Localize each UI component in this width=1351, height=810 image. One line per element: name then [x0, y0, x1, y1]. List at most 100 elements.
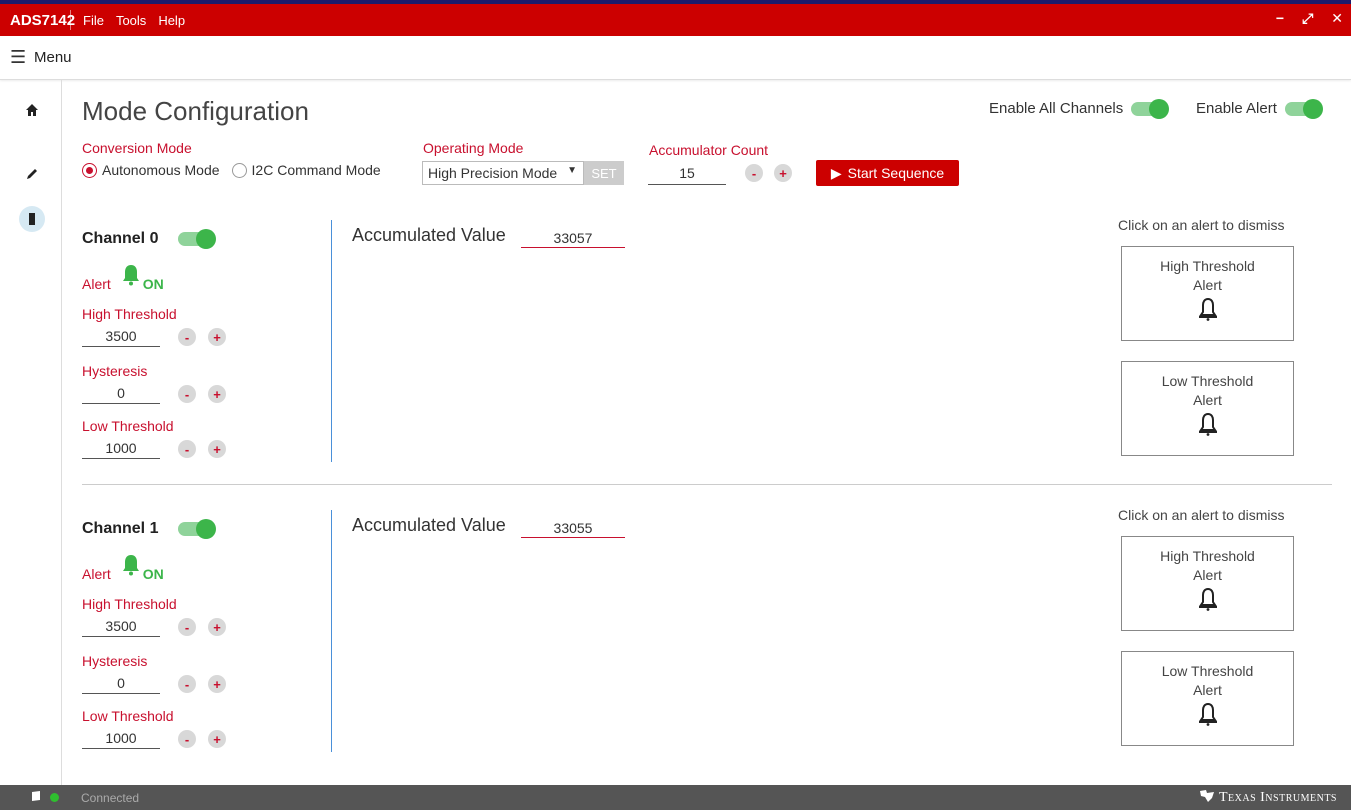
menu-file[interactable]: File — [81, 13, 106, 28]
channel-1-hysteresis-input[interactable]: 0 — [82, 672, 160, 694]
menu-label[interactable]: Menu — [34, 49, 72, 66]
channel-1-high-threshold-increment[interactable]: + — [208, 618, 226, 636]
bell-icon — [121, 554, 141, 582]
enable-all-channels-toggle[interactable] — [1131, 98, 1170, 119]
pencil-icon[interactable] — [20, 162, 44, 186]
channel-0-high-threshold-increment[interactable]: + — [208, 328, 226, 346]
alert-line-2: Alert — [1193, 682, 1222, 698]
dropdown-arrow-icon: ▼ — [567, 165, 577, 176]
home-icon[interactable] — [20, 98, 44, 122]
channel-1-divider — [331, 510, 332, 752]
connection-status-icon — [50, 793, 59, 802]
channel-0-header: Channel 0 — [82, 229, 217, 249]
channel-1-hysteresis-decrement[interactable]: - — [178, 675, 196, 693]
window-controls: − ⤢ ✕ — [1276, 10, 1343, 27]
channel-0-hysteresis-decrement[interactable]: - — [178, 385, 196, 403]
channel-0-high-threshold-alert[interactable]: High Threshold Alert — [1121, 246, 1294, 341]
autonomous-mode-label[interactable]: Autonomous Mode — [102, 162, 220, 178]
alert-line-1: Low Threshold — [1161, 373, 1254, 389]
enable-alert-toggle[interactable] — [1284, 98, 1323, 119]
channel-1-toggle[interactable] — [178, 519, 217, 539]
status-bar: Connected Texas Instruments — [0, 785, 1351, 810]
channel-divider — [82, 484, 1332, 485]
channel-1-hysteresis-increment[interactable]: + — [208, 675, 226, 693]
log-icon[interactable] — [30, 790, 42, 805]
left-nav — [0, 80, 62, 785]
conversion-mode-radios: Autonomous Mode I2C Command Mode — [82, 162, 381, 178]
channel-0-hysteresis-label: Hysteresis — [82, 363, 148, 379]
menu-bar: ☰ Menu — [0, 36, 1351, 80]
i2c-command-mode-label[interactable]: I2C Command Mode — [252, 162, 381, 178]
menu-tools[interactable]: Tools — [114, 13, 148, 28]
channel-0-high-threshold-label: High Threshold — [82, 306, 177, 322]
brand-text: Texas Instruments — [1218, 790, 1337, 805]
channel-1-low-threshold-alert[interactable]: Low Threshold Alert — [1121, 651, 1294, 746]
accumulator-decrement-button[interactable]: - — [745, 164, 763, 182]
channel-0-hysteresis-increment[interactable]: + — [208, 385, 226, 403]
channel-1-alert-state: ON — [142, 566, 164, 582]
channel-0-low-threshold-decrement[interactable]: - — [178, 440, 196, 458]
menu-help[interactable]: Help — [156, 13, 187, 28]
channel-0-low-threshold-input[interactable]: 1000 — [82, 437, 160, 459]
alert-line-2: Alert — [1193, 567, 1222, 583]
accumulator-count-label: Accumulator Count — [649, 142, 769, 158]
chip-icon[interactable] — [19, 206, 45, 232]
alert-line-2: Alert — [1193, 392, 1222, 408]
set-button[interactable]: SET — [584, 161, 624, 185]
start-sequence-button[interactable]: ▶ Start Sequence — [816, 160, 959, 186]
channel-0-accumulated-label: Accumulated Value — [352, 225, 506, 245]
autonomous-mode-radio[interactable] — [82, 162, 97, 178]
channel-0-low-threshold-alert[interactable]: Low Threshold Alert — [1121, 361, 1294, 456]
channel-1-high-threshold-label: High Threshold — [82, 596, 177, 612]
channel-1-low-threshold-input[interactable]: 1000 — [82, 727, 160, 749]
operating-mode-value: High Precision Mode — [428, 165, 558, 181]
channel-0-alert-row: Alert ON — [82, 264, 164, 292]
channel-1-title: Channel 1 — [82, 520, 159, 537]
app-title: ADS7142 — [10, 11, 76, 29]
conversion-mode-label: Conversion Mode — [82, 140, 192, 156]
play-icon: ▶ — [830, 164, 842, 181]
channel-0-accumulated-value: 33057 — [521, 226, 625, 248]
close-icon[interactable]: ✕ — [1331, 10, 1343, 27]
channel-0-toggle[interactable] — [178, 229, 217, 249]
bell-outline-icon — [1122, 412, 1293, 438]
hamburger-icon[interactable]: ☰ — [0, 47, 30, 68]
channel-1-low-threshold-increment[interactable]: + — [208, 730, 226, 748]
channel-1-header: Channel 1 — [82, 519, 217, 539]
minimize-icon[interactable]: − — [1276, 10, 1284, 27]
channel-1-dismiss-hint: Click on an alert to dismiss — [1118, 507, 1285, 523]
channel-0-high-threshold-input[interactable]: 3500 — [82, 325, 160, 347]
enable-all-channels-label: Enable All Channels — [989, 100, 1124, 117]
enable-alert: Enable Alert — [1196, 98, 1323, 119]
connection-status: Connected — [81, 790, 140, 805]
alert-line-1: High Threshold — [1160, 258, 1255, 274]
channel-1-low-threshold-label: Low Threshold — [82, 708, 174, 724]
channel-1-accumulated-label: Accumulated Value — [352, 515, 506, 535]
channel-1-high-threshold-decrement[interactable]: - — [178, 618, 196, 636]
maximize-icon[interactable]: ⤢ — [1302, 10, 1313, 27]
main-panel: Mode Configuration Enable All Channels E… — [62, 80, 1351, 785]
channel-0-alert-state: ON — [142, 276, 164, 292]
channel-1-hysteresis-label: Hysteresis — [82, 653, 148, 669]
channel-0-hysteresis-input[interactable]: 0 — [82, 382, 160, 404]
title-separator — [70, 10, 71, 30]
bell-outline-icon — [1122, 587, 1293, 613]
accumulator-increment-button[interactable]: + — [774, 164, 792, 182]
channel-1-accumulated-value: 33055 — [521, 516, 625, 538]
operating-mode-label: Operating Mode — [423, 140, 524, 156]
channel-1-low-threshold-decrement[interactable]: - — [178, 730, 196, 748]
start-sequence-label: Start Sequence — [847, 165, 945, 181]
title-bar: ADS7142 File Tools Help − ⤢ ✕ — [0, 0, 1351, 36]
channel-1-high-threshold-input[interactable]: 3500 — [82, 615, 160, 637]
channel-0-high-threshold-decrement[interactable]: - — [178, 328, 196, 346]
texas-instruments-logo: Texas Instruments — [1199, 789, 1337, 806]
channel-1-high-threshold-alert[interactable]: High Threshold Alert — [1121, 536, 1294, 631]
operating-mode-select[interactable]: High Precision Mode ▼ — [422, 161, 584, 185]
alert-line-2: Alert — [1193, 277, 1222, 293]
enable-alert-label: Enable Alert — [1196, 100, 1277, 117]
i2c-command-mode-radio[interactable] — [231, 162, 247, 178]
channel-0-alert-label: Alert — [82, 276, 111, 292]
channel-0-low-threshold-increment[interactable]: + — [208, 440, 226, 458]
channel-1-alert-label: Alert — [82, 566, 111, 582]
accumulator-count-input[interactable]: 15 — [648, 163, 726, 185]
